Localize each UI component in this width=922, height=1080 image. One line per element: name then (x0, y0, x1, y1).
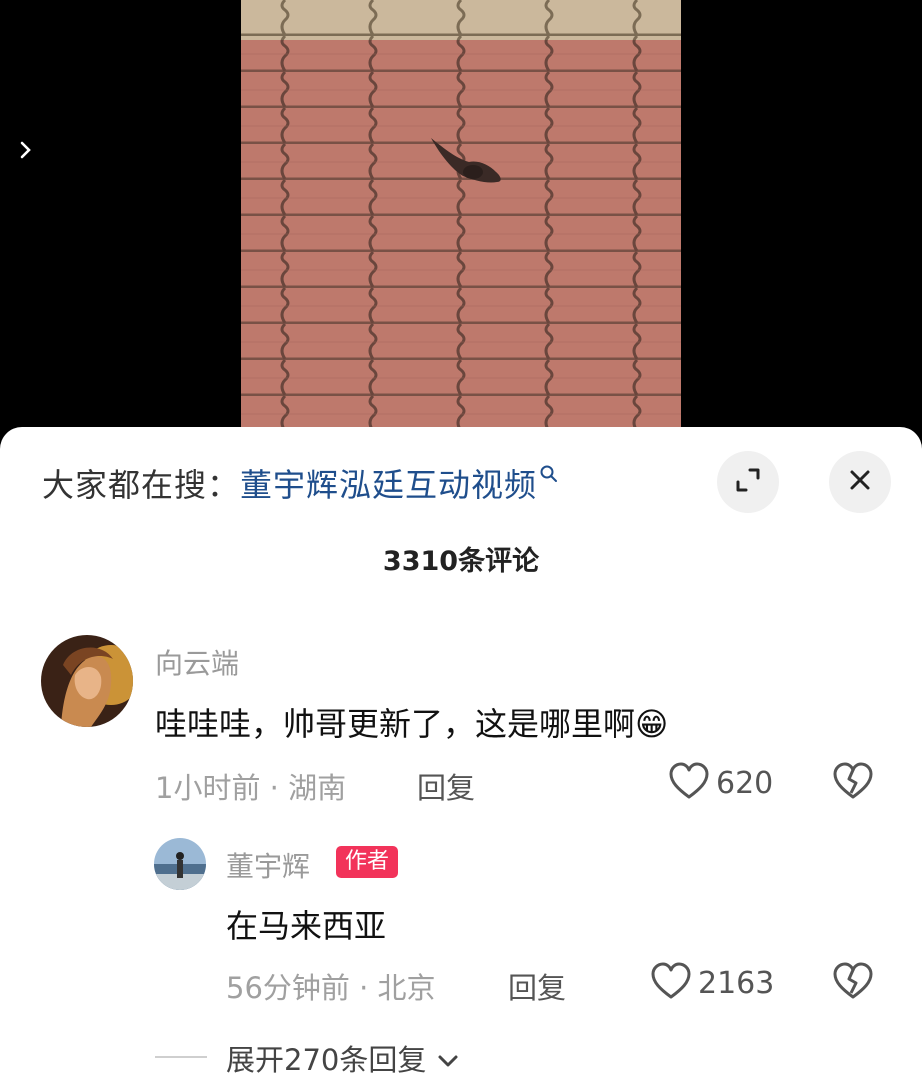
like-count: 620 (716, 765, 774, 801)
comment-count-title: 3310条评论 (382, 546, 540, 577)
avatar[interactable] (41, 635, 133, 727)
dislike-button[interactable] (832, 761, 874, 805)
broken-heart-icon (832, 962, 874, 1005)
like-count: 2163 (698, 965, 775, 1001)
comment-text: 哇哇哇，帅哥更新了，这是哪里啊😁 (155, 705, 669, 743)
expand-icon (732, 464, 764, 500)
reply-username[interactable]: 董宇辉 (226, 845, 310, 885)
dislike-button[interactable] (832, 961, 874, 1005)
like-button[interactable]: 620 (668, 761, 773, 805)
trending-search[interactable]: 大家都在搜： 董宇辉泓廷互动视频 (42, 460, 559, 506)
expand-replies-button[interactable]: 展开270条回复 (226, 1037, 460, 1079)
expand-replies-label: 展开270条回复 (226, 1043, 427, 1077)
trending-search-query[interactable]: 董宇辉泓廷互动视频 (240, 460, 537, 506)
expand-button[interactable] (717, 451, 779, 513)
reply-meta: 56分钟前 · 北京 (226, 971, 436, 1005)
comment-meta: 1小时前 · 湖南 (155, 771, 347, 805)
paving-bird-image (241, 0, 681, 440)
divider (155, 1056, 207, 1058)
video-area[interactable] (0, 0, 922, 440)
broken-heart-icon (832, 762, 874, 805)
avatar[interactable] (154, 838, 206, 890)
comment-sheet: 大家都在搜： 董宇辉泓廷互动视频 3310条评论 向云端 哇哇哇，帅哥更新了，这… (0, 427, 922, 1080)
author-badge: 作者 (336, 846, 399, 878)
video-frame[interactable] (241, 0, 681, 440)
heart-icon (668, 761, 710, 805)
search-icon[interactable] (539, 464, 559, 488)
reply-text: 在马来西亚 (226, 907, 387, 945)
reply-button[interactable]: 回复 (417, 765, 475, 807)
chevron-down-icon (436, 1043, 460, 1077)
close-icon (846, 466, 874, 498)
heart-icon (650, 961, 692, 1005)
like-button[interactable]: 2163 (650, 961, 774, 1005)
chevron-right-icon[interactable] (14, 136, 38, 164)
trending-search-label: 大家都在搜： (42, 466, 241, 504)
comment-username[interactable]: 向云端 (155, 642, 239, 682)
reply-button[interactable]: 回复 (508, 965, 566, 1007)
close-button[interactable] (829, 451, 891, 513)
